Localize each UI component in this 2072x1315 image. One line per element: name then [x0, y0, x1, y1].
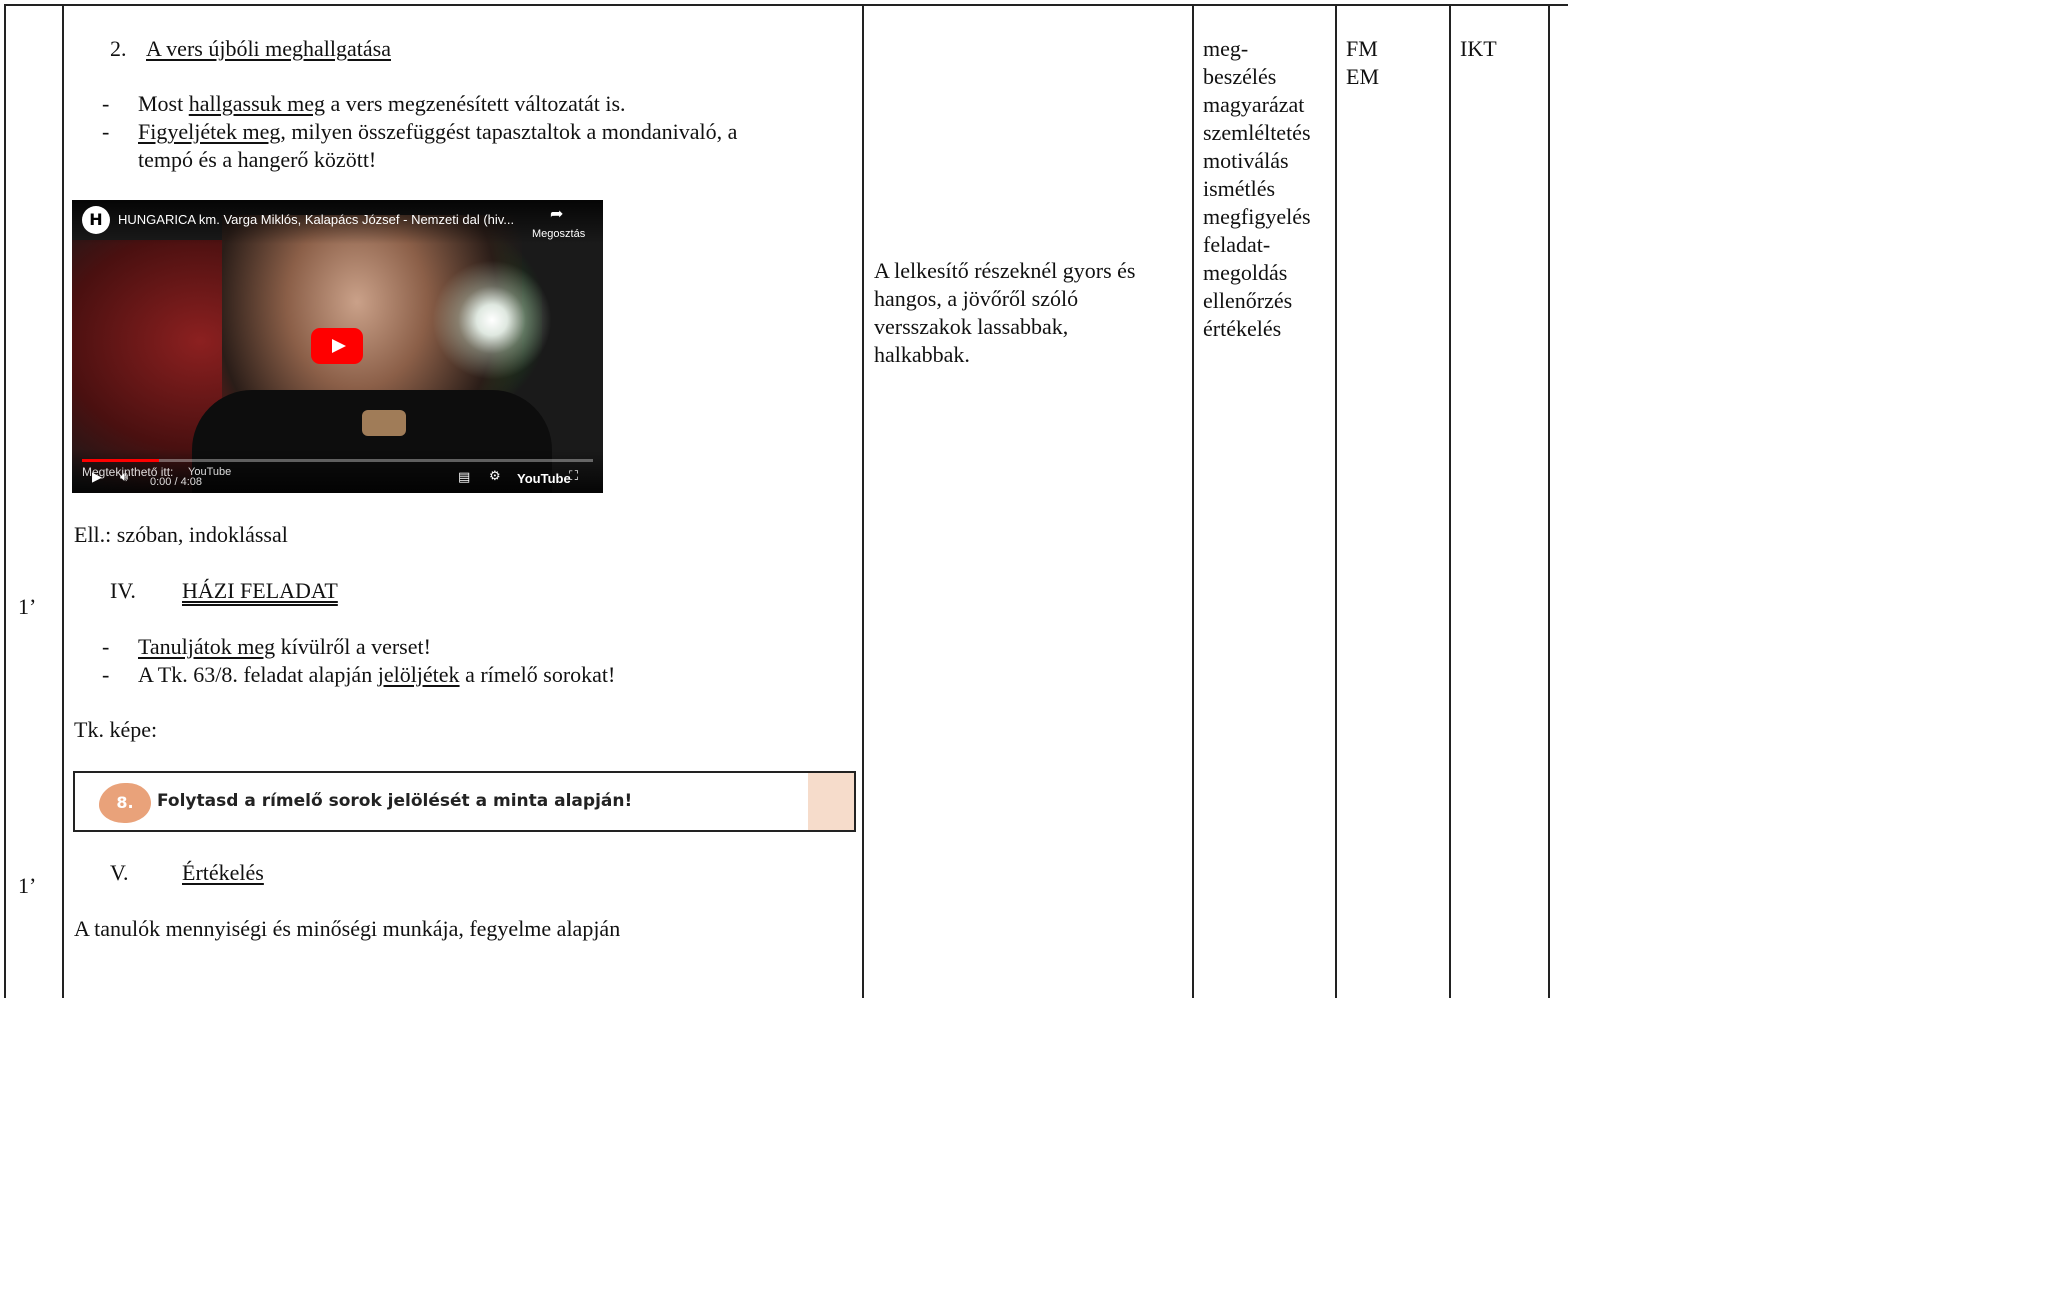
- evaluation-text: A tanulók mennyiségi és minőségi munkája…: [74, 916, 621, 941]
- column-divider-time: [62, 4, 64, 998]
- note-line: versszakok lassabbak,: [874, 314, 1069, 339]
- video-frame-emblem: [362, 410, 406, 436]
- textbook-label: Tk. képe:: [74, 717, 158, 742]
- bullet-item: Tanuljátok meg kívülről a verset!: [138, 633, 431, 661]
- table-top-border: [4, 4, 1568, 6]
- bullet-item: A Tk. 63/8. feladat alapján jelöljétek a…: [138, 661, 615, 689]
- note-line: halkabbak.: [874, 342, 970, 367]
- method-item: motiválás: [1203, 148, 1289, 173]
- section-title: HÁZI FELADAT: [182, 578, 338, 603]
- note-line: hangos, a jövőről szóló: [874, 286, 1079, 311]
- bullet-emphasis: hallgassuk meg: [188, 91, 326, 116]
- method-item: meg-: [1203, 36, 1249, 61]
- bullet-text: a rímelő sorokat!: [459, 662, 616, 687]
- bullet-text: , milyen összefüggést tapasztaltok a mon…: [280, 119, 738, 144]
- video-frame-light: [432, 260, 552, 380]
- exercise-instruction: Folytasd a rímelő sorok jelölését a mint…: [157, 791, 633, 811]
- method-item: szemléltetés: [1203, 120, 1311, 145]
- work-form-item: EM: [1346, 64, 1379, 89]
- bullet-text: Most: [138, 91, 189, 116]
- time-cell: 1’: [18, 594, 37, 619]
- share-button-label[interactable]: Megosztás: [532, 227, 585, 241]
- method-item: megoldás: [1203, 260, 1288, 285]
- exercise-side-strip: [808, 773, 854, 830]
- bullet-dash: -: [102, 634, 110, 659]
- video-title-link[interactable]: HUNGARICA km. Varga Miklós, Kalapács Józ…: [118, 211, 514, 229]
- bullet-item: Figyeljétek meg, milyen összefüggést tap…: [138, 118, 737, 146]
- bullet-dash: -: [102, 91, 110, 116]
- method-item: ismétlés: [1203, 176, 1276, 201]
- bullet-dash: -: [102, 662, 110, 687]
- lesson-plan-table: 1’ 1’ 2. A vers újbóli meghallgatása - M…: [0, 0, 1568, 998]
- channel-logo-icon[interactable]: H: [82, 206, 110, 234]
- bullet-emphasis: Figyeljétek meg: [138, 119, 281, 144]
- check-note: Ell.: szóban, indoklással: [74, 522, 288, 547]
- section-number: IV.: [110, 578, 136, 603]
- method-item: feladat-: [1203, 232, 1271, 257]
- exercise-number-badge: 8.: [99, 783, 151, 823]
- method-item: megfigyelés: [1203, 204, 1311, 229]
- column-divider-forms: [1449, 4, 1451, 998]
- table-left-border: [4, 4, 6, 998]
- work-form-item: FM: [1346, 36, 1378, 61]
- column-divider-tools: [1548, 4, 1550, 998]
- column-divider-note: [1192, 4, 1194, 998]
- bullet-emphasis: Tanuljátok meg: [138, 634, 276, 659]
- watch-on-brand[interactable]: YouTube: [188, 464, 231, 480]
- method-item: beszélés: [1203, 64, 1277, 89]
- method-item: értékelés: [1203, 316, 1282, 341]
- tool-item: IKT: [1460, 36, 1497, 61]
- textbook-exercise-image: 8. Folytasd a rímelő sorok jelölését a m…: [73, 771, 856, 832]
- settings-gear-icon[interactable]: ⚙: [489, 469, 501, 485]
- bullet-text: a vers megzenésített változatát is.: [325, 91, 626, 116]
- bullet-continuation: tempó és a hangerő között!: [138, 147, 377, 172]
- youtube-logo[interactable]: YouTube: [517, 471, 571, 487]
- bullet-dash: -: [102, 119, 110, 144]
- method-item: ellenőrzés: [1203, 288, 1293, 313]
- column-divider-methods: [1335, 4, 1337, 998]
- play-button[interactable]: [311, 328, 363, 364]
- section-title: A vers újbóli meghallgatása: [146, 36, 391, 61]
- video-progress-bar[interactable]: [82, 459, 593, 462]
- note-line: A lelkesítő részeknél gyors és: [874, 258, 1136, 283]
- bullet-item: Most hallgassuk meg a vers megzenésített…: [138, 90, 626, 118]
- column-divider-content: [862, 4, 864, 998]
- embedded-video-player[interactable]: H HUNGARICA km. Varga Miklós, Kalapács J…: [72, 200, 603, 493]
- bullet-text: kívülről a verset!: [275, 634, 431, 659]
- section-title: Értékelés: [182, 860, 264, 885]
- subtitles-icon[interactable]: ▤: [458, 470, 470, 486]
- bullet-emphasis: jelöljétek: [377, 662, 460, 687]
- section-number: 2.: [110, 36, 127, 61]
- video-progress-fill: [82, 459, 159, 462]
- fullscreen-icon[interactable]: ⛶: [569, 469, 578, 485]
- share-icon[interactable]: ➦: [550, 205, 563, 223]
- section-number: V.: [110, 860, 129, 885]
- time-cell: 1’: [18, 873, 37, 898]
- bullet-text: A Tk. 63/8. feladat alapján: [138, 662, 378, 687]
- method-item: magyarázat: [1203, 92, 1305, 117]
